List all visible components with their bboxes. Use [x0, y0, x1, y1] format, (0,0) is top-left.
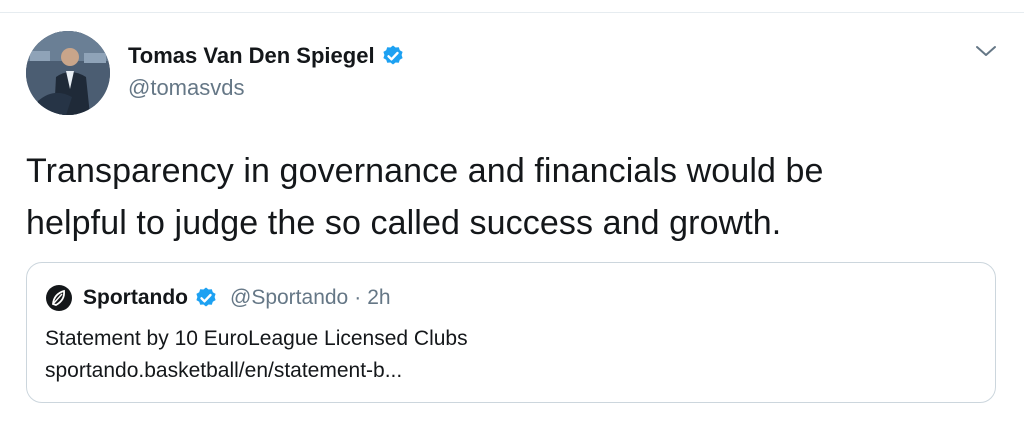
- chevron-down-icon: [975, 44, 997, 63]
- quoted-tweet-header: Sportando @Sportando · 2h: [45, 283, 391, 313]
- quoted-tweet[interactable]: Sportando @Sportando · 2h Statement by 1…: [26, 262, 996, 403]
- tweet-menu-button[interactable]: [972, 43, 1000, 63]
- separator-dot: ·: [354, 286, 362, 309]
- quoted-author-handle[interactable]: @Sportando: [230, 286, 348, 310]
- tweet: Tomas Van Den Spiegel @tomasvds Transpar…: [0, 13, 1024, 425]
- avatar-photo: [26, 31, 110, 115]
- name-row: Tomas Van Den Spiegel: [128, 41, 405, 71]
- verified-badge-icon: [194, 286, 218, 310]
- author-name[interactable]: Tomas Van Den Spiegel: [128, 43, 375, 69]
- tweet-text: Transparency in governance and financial…: [26, 152, 824, 242]
- quoted-tweet-text: Statement by 10 EuroLeague Licensed Club…: [45, 327, 468, 350]
- quoted-author-name[interactable]: Sportando: [83, 286, 188, 310]
- verified-badge-icon: [381, 44, 405, 68]
- avatar[interactable]: [26, 31, 110, 115]
- author-handle[interactable]: @tomasvds: [128, 75, 405, 101]
- top-divider: [0, 0, 1024, 13]
- quoted-timestamp[interactable]: 2h: [367, 286, 390, 310]
- quoted-tweet-link[interactable]: sportando.basketball/en/statement-b...: [45, 359, 402, 383]
- sportando-logo-icon: [45, 284, 73, 312]
- tweet-header: Tomas Van Den Spiegel @tomasvds: [128, 41, 405, 101]
